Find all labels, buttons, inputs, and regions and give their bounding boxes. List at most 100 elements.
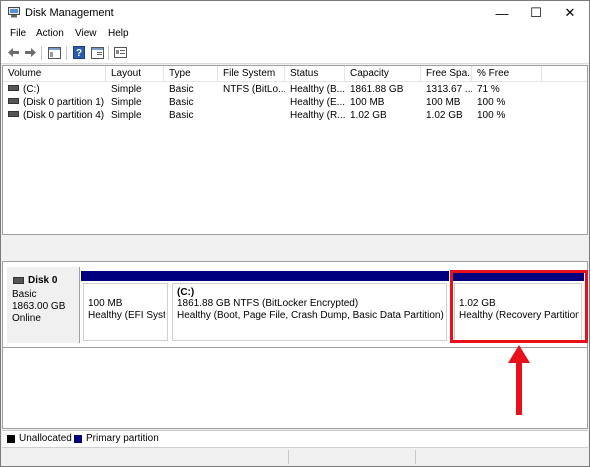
type-cell: Basic <box>169 84 194 95</box>
disk-icon <box>13 277 24 284</box>
column-header-type[interactable]: Type <box>164 66 218 81</box>
back-button[interactable] <box>5 45 21 60</box>
unallocated-swatch <box>7 435 15 443</box>
disk-info[interactable]: Disk 0 Basic 1863.00 GB Online <box>7 267 80 343</box>
legend-primary-label: Primary partition <box>86 433 159 444</box>
layout-cell: Simple <box>111 84 142 95</box>
column-header-file-system[interactable]: File System <box>218 66 285 81</box>
toolbar: ? <box>1 43 589 64</box>
legend: Unallocated Primary partition <box>2 430 588 447</box>
column-header-percent-free[interactable]: % Free <box>472 66 542 81</box>
disk-management-window: Disk Management — ☐ ✕ File Action View H… <box>0 0 590 467</box>
status-bar <box>2 447 588 466</box>
partition-title: (C:) <box>177 287 195 298</box>
disk-state: Online <box>12 313 41 324</box>
menu-help[interactable]: Help <box>108 28 129 39</box>
menu-action[interactable]: Action <box>36 28 64 39</box>
layout-cell: Simple <box>111 110 142 121</box>
percent-free-cell: 100 % <box>477 97 506 108</box>
volume-cell: (C:) <box>3 83 106 96</box>
partition-c[interactable]: (C:) 1861.88 GB NTFS (BitLocker Encrypte… <box>170 271 449 343</box>
file-system-cell <box>218 109 285 122</box>
partition-size: 1861.88 GB NTFS (BitLocker Encrypted) <box>177 298 359 309</box>
maximize-button[interactable]: ☐ <box>519 1 553 25</box>
file-system-cell <box>218 96 285 109</box>
volume-cell: (Disk 0 partition 1) <box>3 96 106 109</box>
forward-arrow-icon <box>24 48 36 57</box>
free-space-cell: 100 MB <box>426 97 461 108</box>
status-cell: Healthy (B... <box>290 84 345 95</box>
partition-status: Healthy (EFI System Partition) <box>88 310 165 321</box>
partition-size: 100 MB <box>88 298 123 309</box>
primary-partition-swatch <box>74 435 82 443</box>
show-hide-console-tree-button[interactable] <box>46 45 62 60</box>
help-button[interactable]: ? <box>71 45 87 60</box>
volume-drive-icon <box>8 85 19 92</box>
back-arrow-icon <box>7 48 19 57</box>
minimize-button[interactable]: — <box>485 1 519 25</box>
status-cell: Healthy (E... <box>290 97 345 108</box>
partition-type-bar <box>81 271 170 281</box>
volume-row[interactable]: (Disk 0 partition 4) Simple Basic Health… <box>3 109 587 122</box>
properties-button[interactable] <box>89 45 105 60</box>
volume-name: (Disk 0 partition 4) <box>23 110 105 121</box>
toolbar-separator <box>108 46 109 60</box>
highlight-box <box>450 270 588 343</box>
title-bar: Disk Management — ☐ ✕ <box>1 1 589 25</box>
menu-view[interactable]: View <box>75 28 97 39</box>
free-space-cell: 1.02 GB <box>426 110 463 121</box>
help-icon: ? <box>73 46 85 59</box>
toolbar-separator <box>66 46 67 60</box>
column-header-free-space[interactable]: Free Spa... <box>421 66 472 81</box>
disk-size: 1863.00 GB <box>12 301 66 312</box>
forward-button[interactable] <box>22 45 38 60</box>
maximize-icon: ☐ <box>530 5 542 20</box>
volume-row[interactable]: (C:) Simple Basic NTFS (BitLo... Healthy… <box>3 83 587 96</box>
disk-label: Disk 0 <box>13 275 57 286</box>
partition-type-bar <box>170 271 449 281</box>
properties-icon <box>90 46 104 59</box>
partition-body: 100 MB Healthy (EFI System Partition) <box>83 283 168 341</box>
disk-management-app-icon <box>8 7 20 18</box>
volume-row[interactable]: (Disk 0 partition 1) Simple Basic Health… <box>3 96 587 109</box>
menu-bar: File Action View Help <box>1 25 589 43</box>
capacity-cell: 1.02 GB <box>350 110 387 121</box>
view-button[interactable] <box>112 45 128 60</box>
column-header-status[interactable]: Status <box>285 66 345 81</box>
percent-free-cell: 100 % <box>477 110 506 121</box>
percent-free-cell: 71 % <box>477 84 500 95</box>
file-system-cell: NTFS (BitLo... <box>223 84 285 95</box>
column-header-volume[interactable]: Volume <box>3 66 106 81</box>
type-cell: Basic <box>169 110 194 121</box>
view-icon <box>113 47 127 58</box>
volume-list-header: Volume Layout Type File System Status Ca… <box>3 66 587 82</box>
pane-splitter[interactable] <box>1 235 589 261</box>
partition-body: (C:) 1861.88 GB NTFS (BitLocker Encrypte… <box>172 283 447 341</box>
disk-name: Disk 0 <box>28 275 58 286</box>
capacity-cell: 100 MB <box>350 97 385 108</box>
volume-drive-icon <box>8 111 19 118</box>
menu-file[interactable]: File <box>10 28 26 39</box>
console-tree-icon <box>47 46 61 59</box>
volume-drive-icon <box>8 98 19 105</box>
capacity-cell: 1861.88 GB <box>350 84 404 95</box>
free-space-cell: 1313.67 ... <box>426 84 472 95</box>
partition-status: Healthy (Boot, Page File, Crash Dump, Ba… <box>177 310 444 321</box>
window-title: Disk Management <box>25 7 114 19</box>
column-header-capacity[interactable]: Capacity <box>345 66 421 81</box>
status-cell: Healthy (R... <box>290 110 345 121</box>
close-button[interactable]: ✕ <box>553 1 587 25</box>
column-header-layout[interactable]: Layout <box>106 66 164 81</box>
layout-cell: Simple <box>111 97 142 108</box>
toolbar-separator <box>41 46 42 60</box>
partition-efi[interactable]: 100 MB Healthy (EFI System Partition) <box>81 271 170 343</box>
svg-text:?: ? <box>76 48 82 59</box>
volume-list: Volume Layout Type File System Status Ca… <box>2 65 588 235</box>
up-arrow-icon <box>508 345 530 415</box>
legend-unallocated-label: Unallocated <box>19 433 72 444</box>
minimize-icon: — <box>495 5 509 21</box>
volume-name: (Disk 0 partition 1) <box>23 97 105 108</box>
volume-cell: (Disk 0 partition 4) <box>3 109 106 122</box>
status-bar-divider <box>415 450 416 464</box>
close-icon: ✕ <box>564 5 576 20</box>
